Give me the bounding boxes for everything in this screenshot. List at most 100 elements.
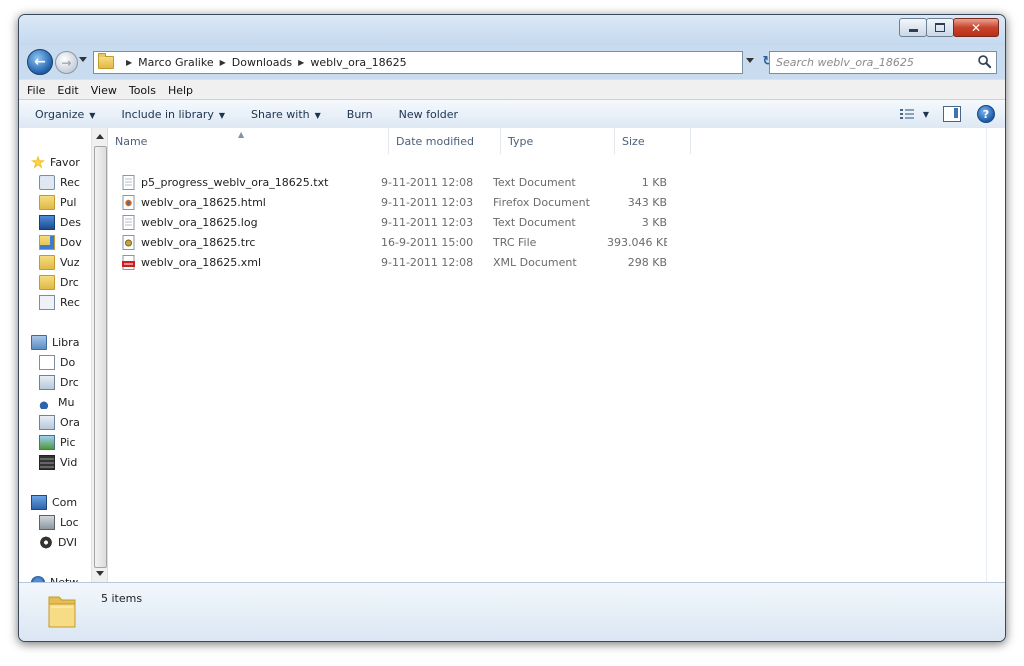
column-header-name[interactable]: Name <box>108 128 389 154</box>
nav-item-label: Rec <box>60 175 80 189</box>
nav-item[interactable]: Rec <box>39 292 80 312</box>
include-in-library-button[interactable]: Include in library ▼ <box>121 108 225 121</box>
burn-button[interactable]: Burn <box>347 108 373 121</box>
recent-items-icon <box>39 294 55 310</box>
menu-bar: File Edit View Tools Help <box>19 79 1005 100</box>
column-header-date-modified[interactable]: Date modified <box>389 128 501 154</box>
music-icon <box>39 395 53 409</box>
close-button[interactable]: ✕ <box>953 18 999 37</box>
menu-edit[interactable]: Edit <box>57 84 78 97</box>
menu-file[interactable]: File <box>27 84 45 97</box>
breadcrumb-chevron-icon[interactable]: ▶ <box>220 58 226 67</box>
file-row[interactable]: p5_progress_weblv_ora_18625.txt 9-11-2011… <box>122 172 667 192</box>
search-input[interactable] <box>774 55 978 70</box>
scrollbar-thumb[interactable] <box>94 146 107 568</box>
nav-item[interactable]: Mu <box>39 392 74 412</box>
address-bar[interactable]: ▶ Marco Gralike ▶ Downloads ▶ weblv_ora_… <box>93 51 743 74</box>
details-pane: 5 items <box>19 582 1005 641</box>
documents-icon <box>39 354 55 370</box>
nav-item[interactable]: Ora <box>39 412 80 432</box>
nav-item-label: Drc <box>60 375 79 389</box>
library-icon <box>39 374 55 390</box>
file-name-cell: p5_progress_weblv_ora_18625.txt <box>122 174 381 190</box>
column-header-size[interactable]: Size <box>615 128 691 154</box>
file-name: weblv_ora_18625.trc <box>141 235 256 249</box>
back-button[interactable]: ← <box>27 49 53 75</box>
menu-help[interactable]: Help <box>168 84 193 97</box>
view-options-dropdown-icon[interactable]: ▼ <box>923 110 929 119</box>
navigation-pane: Favor Rec Pul Des Dov Vuz Drc Rec Libra Do Drc Mu Or… <box>19 128 108 582</box>
file-name-cell: weblv_ora_18625.log <box>122 214 381 230</box>
nav-item-label: Dov <box>60 235 82 249</box>
breadcrumb-item[interactable]: Downloads <box>232 56 292 69</box>
nav-item[interactable]: Vid <box>39 452 77 472</box>
nav-item[interactable]: Loc <box>39 512 79 532</box>
recent-places-icon <box>39 174 55 190</box>
address-history-dropdown[interactable] <box>746 58 754 63</box>
nav-item-label: Com <box>52 495 78 509</box>
maximize-button[interactable] <box>926 18 954 37</box>
computer-icon <box>31 494 47 510</box>
breadcrumb-chevron-icon[interactable]: ▶ <box>126 58 132 67</box>
chevron-down-icon: ▼ <box>218 110 226 120</box>
nav-item[interactable]: Com <box>31 492 77 512</box>
nav-item[interactable]: Libra <box>31 332 79 352</box>
file-date: 9-11-2011 12:08 <box>381 175 474 189</box>
nav-item[interactable]: Netw <box>31 572 78 582</box>
column-headers: Name Date modified Type Size <box>108 128 691 154</box>
nav-item[interactable]: Drc <box>39 372 79 392</box>
file-size: 393.046 KB <box>607 235 667 249</box>
desktop-icon <box>39 214 55 230</box>
nav-item[interactable]: Rec <box>39 172 80 192</box>
help-icon[interactable]: ? <box>977 105 995 123</box>
navigation-scrollbar[interactable] <box>91 128 107 582</box>
menu-view[interactable]: View <box>91 84 117 97</box>
forward-button[interactable]: → <box>55 51 78 74</box>
nav-item[interactable]: Des <box>39 212 81 232</box>
nav-item[interactable]: Dov <box>39 232 82 252</box>
file-row[interactable]: weblv_ora_18625.xml 9-11-2011 12:08 XML Do… <box>122 252 667 272</box>
breadcrumb-item[interactable]: weblv_ora_18625 <box>310 56 406 69</box>
nav-item[interactable]: Pic <box>39 432 76 452</box>
item-count: 5 items <box>101 592 143 605</box>
search-box[interactable] <box>769 51 997 74</box>
trc-file-icon <box>122 234 135 250</box>
file-row[interactable]: weblv_ora_18625.log 9-11-2011 12:03 Text D… <box>122 212 667 232</box>
breadcrumb-item[interactable]: Marco Gralike <box>138 56 213 69</box>
chevron-down-icon: ▼ <box>89 110 96 120</box>
change-view-icon[interactable] <box>899 107 915 121</box>
file-type: XML Document <box>493 255 577 269</box>
menu-tools[interactable]: Tools <box>129 84 156 97</box>
scroll-up-arrow-icon[interactable] <box>96 134 104 139</box>
nav-item[interactable]: Drc <box>39 272 79 292</box>
minimize-button[interactable] <box>899 18 927 37</box>
nav-item[interactable]: DVI <box>39 532 77 552</box>
file-row[interactable]: weblv_ora_18625.html 9-11-2011 12:03 Firef… <box>122 192 667 212</box>
xml-file-icon <box>122 254 135 270</box>
nav-item[interactable]: Vuz <box>39 252 80 272</box>
share-with-button[interactable]: Share with ▼ <box>251 108 321 121</box>
folder-icon <box>39 274 55 290</box>
organize-button[interactable]: Organize ▼ <box>35 108 95 121</box>
nav-item[interactable]: Do <box>39 352 75 372</box>
scroll-down-arrow-icon[interactable] <box>96 571 104 576</box>
sort-ascending-icon: ▲ <box>238 130 245 139</box>
breadcrumb-chevron-icon[interactable]: ▶ <box>298 58 304 67</box>
file-name: weblv_ora_18625.html <box>141 195 266 209</box>
preview-pane-icon[interactable] <box>943 106 961 122</box>
nav-item[interactable]: Pul <box>39 192 76 212</box>
column-header-type[interactable]: Type <box>501 128 615 154</box>
nav-item-label: Ora <box>60 415 80 429</box>
new-folder-button[interactable]: New folder <box>399 108 458 121</box>
nav-item-label: DVI <box>58 535 78 549</box>
folder-large-icon <box>48 596 76 628</box>
file-name-cell: weblv_ora_18625.trc <box>122 234 381 250</box>
include-in-library-label: Include in library <box>121 107 214 121</box>
nav-item-label: Des <box>60 215 81 229</box>
nav-item[interactable]: Favor <box>31 152 80 172</box>
dvd-drive-icon <box>39 535 53 549</box>
file-row[interactable]: weblv_ora_18625.trc 16-9-2011 15:00 TRC Fi… <box>122 232 667 252</box>
search-icon[interactable] <box>977 54 992 69</box>
recent-pages-dropdown[interactable] <box>79 57 87 62</box>
file-name-cell: weblv_ora_18625.html <box>122 194 381 210</box>
